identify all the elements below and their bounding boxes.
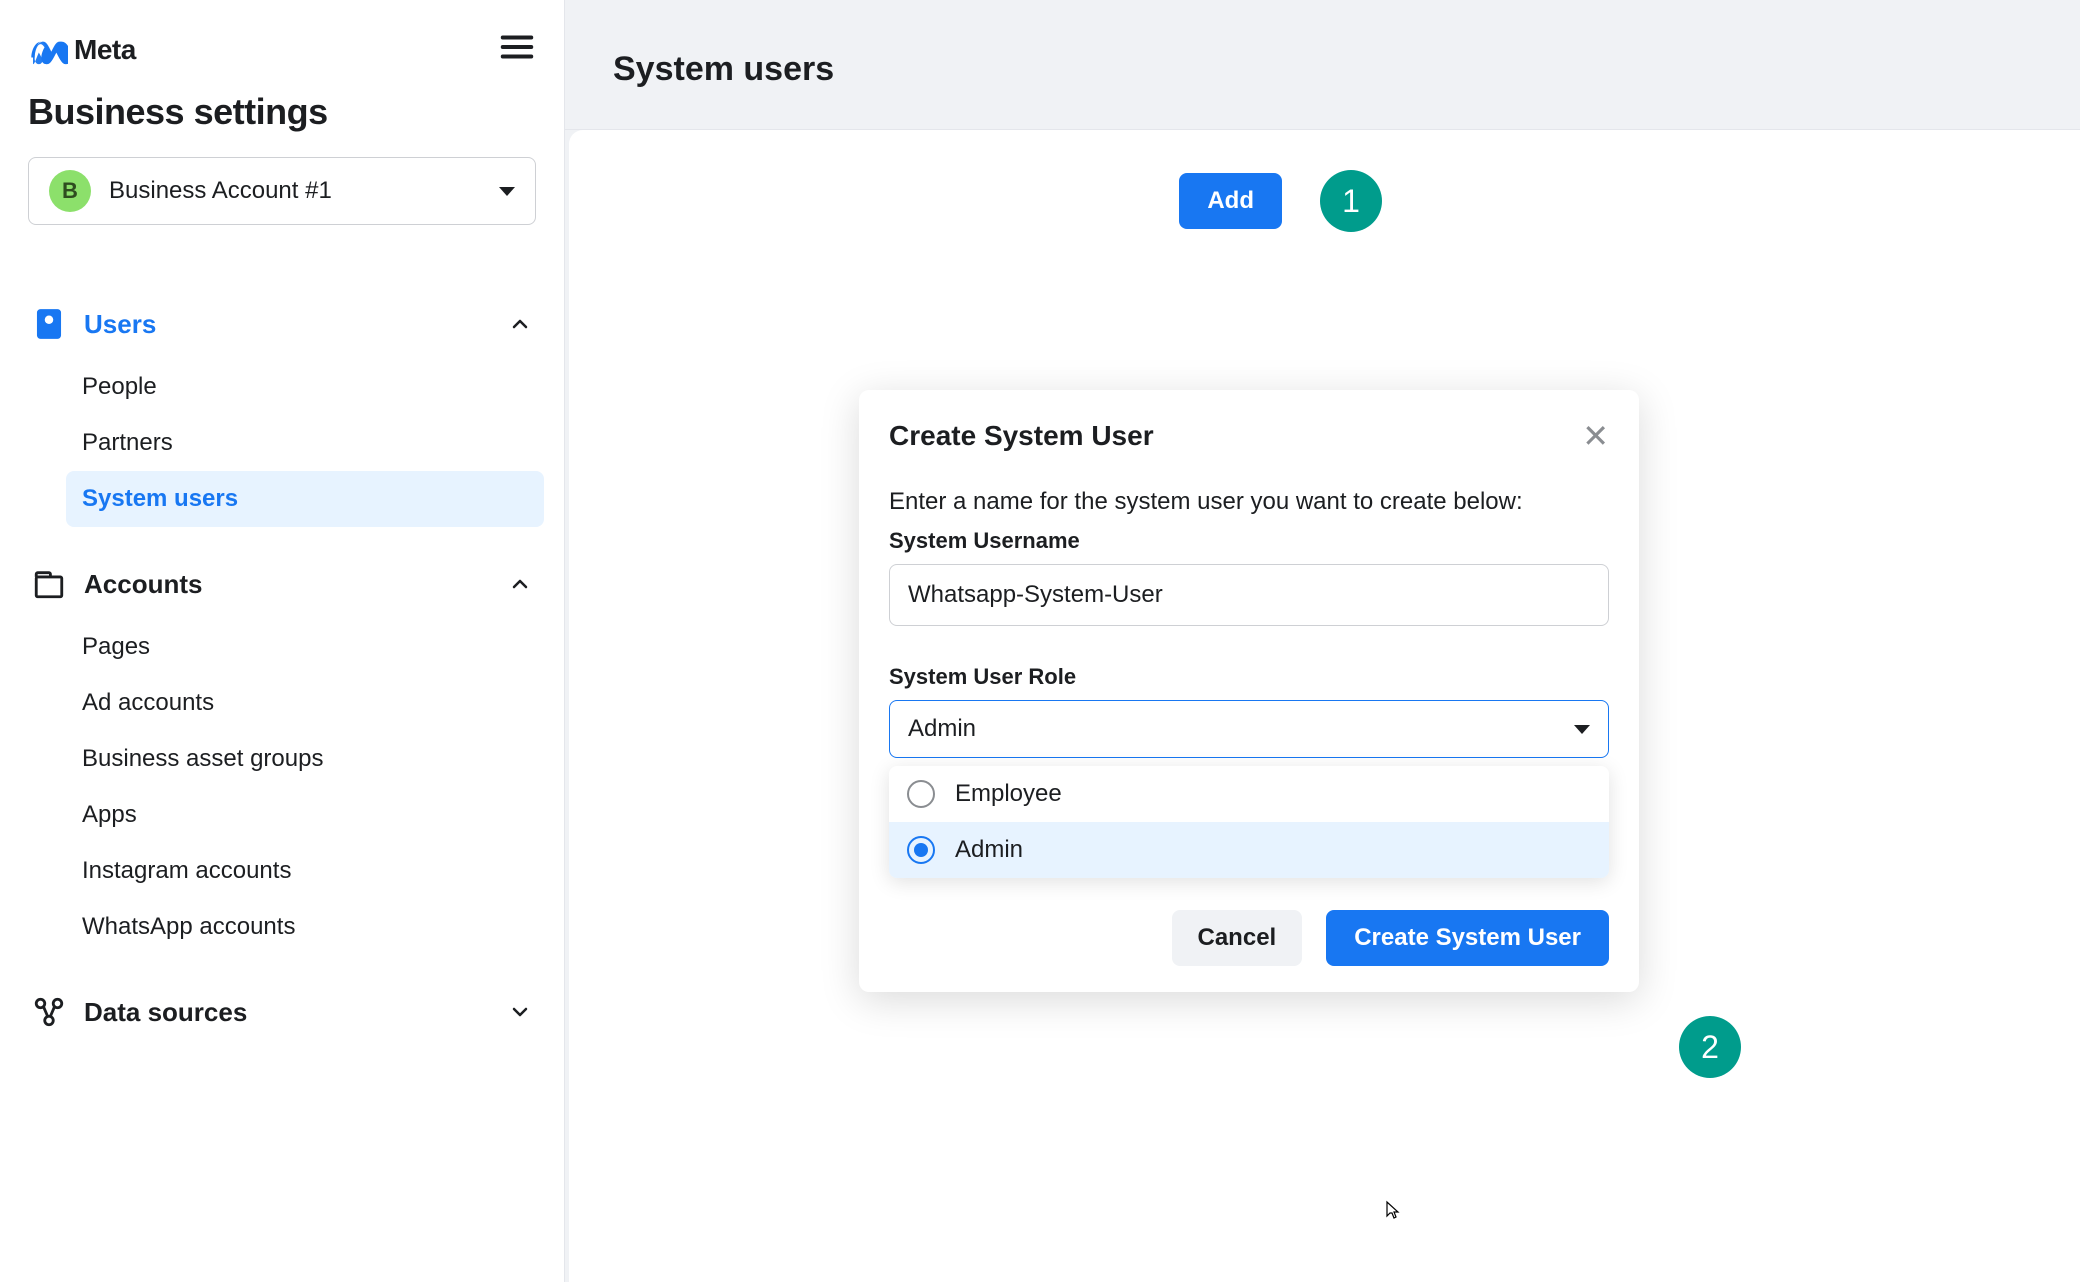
chevron-down-icon [508,1000,532,1024]
nav-item-apps[interactable]: Apps [66,787,544,843]
modal-header: Create System User ✕ [889,420,1609,452]
account-avatar: B [49,170,91,212]
nav-header-accounts[interactable]: Accounts [28,555,536,613]
nav-item-instagram-accounts[interactable]: Instagram accounts [66,843,544,899]
header-row: Meta [28,28,536,71]
nav-item-pages[interactable]: Pages [66,619,544,675]
nav-sub-accounts: Pages Ad accounts Business asset groups … [28,619,536,955]
close-icon[interactable]: ✕ [1582,420,1609,452]
username-label: System Username [889,528,1609,554]
nav-group-accounts: Accounts Pages Ad accounts Business asse… [28,555,536,955]
modal-title: Create System User [889,420,1154,452]
nav-item-business-asset-groups[interactable]: Business asset groups [66,731,544,787]
hamburger-menu-icon[interactable] [498,28,536,71]
modal-description: Enter a name for the system user you wan… [889,488,1609,516]
users-icon [32,307,66,341]
main-heading: System users [565,0,2080,130]
role-option-label: Admin [955,836,1023,864]
modal-footer: Cancel Create System User [889,910,1609,966]
main-area: System users Add 1 Create System User ✕ … [565,0,2080,1282]
nav-item-system-users[interactable]: System users [66,471,544,527]
nav-label-users: Users [84,309,490,340]
nav-group-data-sources: Data sources [28,983,536,1041]
nav-item-whatsapp-accounts[interactable]: WhatsApp accounts [66,899,544,955]
role-label: System User Role [889,664,1609,690]
nav-sub-users: People Partners System users [28,359,536,527]
create-system-user-modal: Create System User ✕ Enter a name for th… [859,390,1639,992]
role-selected-value: Admin [908,715,976,743]
nav-item-ad-accounts[interactable]: Ad accounts [66,675,544,731]
radio-unchecked-icon [907,780,935,808]
page-title: Business settings [28,91,536,133]
step-badge-1: 1 [1320,170,1382,232]
brand-name: Meta [74,34,136,66]
caret-down-icon [499,187,515,196]
nav-header-data-sources[interactable]: Data sources [28,983,536,1041]
add-button[interactable]: Add [1179,173,1282,229]
system-username-input[interactable] [889,564,1609,626]
role-option-admin[interactable]: Admin [889,822,1609,878]
chevron-up-icon [508,572,532,596]
step-badge-2: 2 [1679,1016,1741,1078]
sidebar: Meta Business settings B Business Accoun… [0,0,565,1282]
nav-group-users: Users People Partners System users [28,295,536,527]
role-dropdown: Employee Admin [889,766,1609,878]
nav-header-users[interactable]: Users [28,295,536,353]
toolbar-row: Add 1 [617,170,2032,232]
create-system-user-button[interactable]: Create System User [1326,910,1609,966]
brand-logo: Meta [28,30,136,70]
system-user-role-select[interactable]: Admin [889,700,1609,758]
nav-item-partners[interactable]: Partners [66,415,544,471]
meta-logo-icon [28,30,68,70]
account-selector[interactable]: B Business Account #1 [28,157,536,225]
chevron-up-icon [508,312,532,336]
role-option-label: Employee [955,780,1062,808]
cursor-pointer-icon [1379,1200,1401,1232]
caret-down-icon [1574,725,1590,734]
nav-item-people[interactable]: People [66,359,544,415]
radio-checked-icon [907,836,935,864]
content-card: Add 1 Create System User ✕ Enter a name … [569,130,2080,1282]
accounts-icon [32,567,66,601]
data-sources-icon [32,995,66,1029]
nav-label-data-sources: Data sources [84,997,490,1028]
role-option-employee[interactable]: Employee [889,766,1609,822]
account-name: Business Account #1 [109,177,481,205]
nav-label-accounts: Accounts [84,569,490,600]
cancel-button[interactable]: Cancel [1172,910,1303,966]
